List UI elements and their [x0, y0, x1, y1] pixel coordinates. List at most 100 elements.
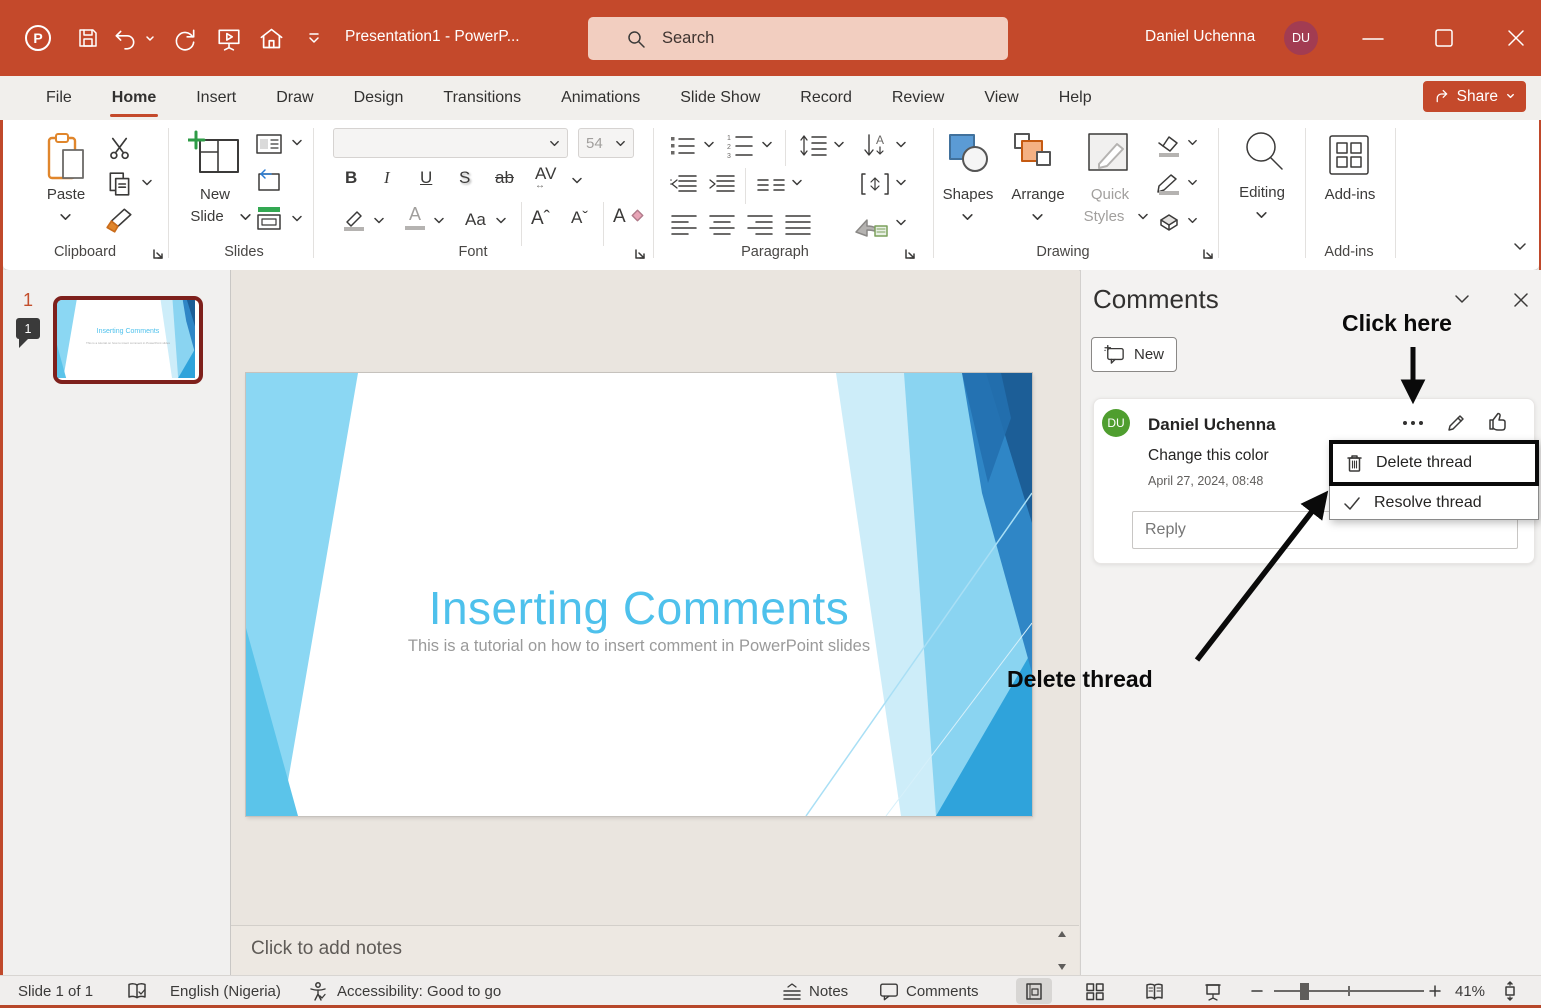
tab-view[interactable]: View [964, 76, 1038, 120]
columns-dropdown-icon[interactable] [791, 178, 803, 187]
bullets-dropdown-icon[interactable] [703, 140, 715, 149]
new-slide-label-1[interactable]: New [183, 186, 247, 203]
shapes-button[interactable] [947, 132, 991, 174]
align-text-button[interactable] [859, 170, 891, 198]
highlight-dropdown-icon[interactable] [373, 216, 385, 225]
quick-styles-label-2[interactable]: Styles [1073, 208, 1135, 225]
accessibility-status[interactable]: Accessibility: Good to go [337, 976, 501, 1006]
text-shadow-button[interactable]: S [459, 168, 470, 188]
section-dropdown-icon[interactable] [291, 214, 303, 223]
shape-outline-icon[interactable] [1155, 172, 1183, 198]
more-thread-actions-icon[interactable] [1396, 411, 1430, 435]
align-text-dropdown-icon[interactable] [895, 178, 907, 187]
zoom-level[interactable]: 41% [1455, 976, 1485, 1006]
strikethrough-button[interactable]: ab [495, 168, 514, 188]
format-painter-icon[interactable] [105, 206, 135, 234]
clipboard-dialog-launcher-icon[interactable] [151, 247, 165, 261]
slide-thumbnail[interactable]: Inserting Comments This is a tutorial on… [53, 296, 203, 384]
undo-button[interactable] [112, 26, 138, 52]
justify-button[interactable] [783, 212, 813, 238]
slide-sorter-view-button[interactable] [1077, 978, 1113, 1004]
copy-icon[interactable] [106, 170, 134, 198]
align-right-button[interactable] [745, 212, 775, 238]
copy-dropdown-icon[interactable] [141, 178, 153, 187]
language-indicator[interactable]: English (Nigeria) [170, 976, 281, 1006]
quick-styles-button[interactable] [1085, 132, 1133, 174]
fit-slide-to-window-button[interactable] [1500, 976, 1520, 1006]
undo-dropdown-icon[interactable] [144, 33, 156, 45]
font-size-combo[interactable]: 54 [578, 128, 634, 158]
increase-font-size-button[interactable]: Aˆ [531, 208, 550, 230]
numbering-button[interactable]: 1 2 3 [725, 132, 755, 159]
zoom-out-button[interactable] [1250, 976, 1264, 1006]
paste-label[interactable]: Paste [35, 186, 97, 203]
underline-button[interactable]: U [420, 168, 432, 188]
paragraph-dialog-launcher-icon[interactable] [903, 247, 917, 261]
shapes-dropdown-icon[interactable] [961, 212, 974, 222]
redo-button[interactable] [172, 26, 198, 52]
bold-button[interactable]: B [345, 168, 357, 188]
notes-scrollbar[interactable] [1053, 929, 1071, 972]
tab-home[interactable]: Home [92, 76, 176, 120]
decrease-font-size-button[interactable]: Aˇ [571, 208, 588, 228]
home-icon[interactable] [258, 25, 285, 52]
tab-help[interactable]: Help [1039, 76, 1112, 120]
editing-dropdown-icon[interactable] [1255, 210, 1268, 220]
scroll-down-icon[interactable] [1056, 962, 1068, 972]
search-input[interactable] [660, 28, 964, 49]
panel-close-icon[interactable] [1511, 290, 1531, 310]
highlight-color-icon[interactable] [339, 208, 367, 234]
shapes-label[interactable]: Shapes [935, 186, 1001, 203]
line-spacing-button[interactable] [799, 132, 829, 159]
shape-effects-dropdown-icon[interactable] [1187, 216, 1198, 225]
close-button[interactable] [1504, 26, 1528, 50]
line-spacing-dropdown-icon[interactable] [833, 140, 845, 149]
smartart-dropdown-icon[interactable] [895, 218, 907, 227]
section-icon[interactable] [255, 204, 285, 232]
notes-pane[interactable]: Click to add notes [231, 925, 1079, 975]
spell-check-icon[interactable] [126, 976, 148, 1006]
italic-button[interactable]: I [384, 168, 390, 188]
slideshow-view-button[interactable] [1195, 978, 1231, 1004]
editing-button[interactable] [1241, 128, 1287, 176]
slide-counter[interactable]: Slide 1 of 1 [18, 976, 93, 1006]
accessibility-icon[interactable] [308, 976, 328, 1006]
quick-access-toolbar-chevron-icon[interactable] [306, 30, 322, 46]
convert-to-smartart-button[interactable] [853, 212, 889, 240]
tab-draw[interactable]: Draw [256, 76, 333, 120]
tab-review[interactable]: Review [872, 76, 964, 120]
drawing-dialog-launcher-icon[interactable] [1201, 247, 1215, 261]
tab-insert[interactable]: Insert [176, 76, 256, 120]
tab-animations[interactable]: Animations [541, 76, 660, 120]
like-comment-icon[interactable] [1486, 409, 1509, 433]
numbering-dropdown-icon[interactable] [761, 140, 773, 149]
maximize-button[interactable] [1432, 26, 1456, 50]
arrange-dropdown-icon[interactable] [1031, 212, 1044, 222]
arrange-button[interactable] [1011, 132, 1059, 174]
new-comment-button[interactable]: New [1091, 337, 1178, 372]
minimize-button[interactable] [1360, 36, 1386, 42]
shape-effects-icon[interactable] [1155, 210, 1183, 234]
arrange-label[interactable]: Arrange [1003, 186, 1073, 203]
new-slide-label-2[interactable]: Slide [175, 208, 239, 225]
tab-slideshow[interactable]: Slide Show [660, 76, 780, 120]
user-name[interactable]: Daniel Uchenna [1145, 28, 1255, 46]
delete-thread-menu-item[interactable]: Delete thread [1329, 440, 1539, 486]
share-button[interactable]: Share [1422, 81, 1526, 112]
editing-label[interactable]: Editing [1229, 184, 1295, 201]
tab-file[interactable]: File [26, 76, 92, 120]
cut-icon[interactable] [106, 134, 133, 161]
new-slide-dropdown-icon[interactable] [239, 212, 252, 222]
font-dialog-launcher-icon[interactable] [633, 247, 647, 261]
collapse-ribbon-icon[interactable] [1511, 240, 1529, 254]
slide-layout-dropdown-icon[interactable] [291, 138, 303, 147]
text-direction-dropdown-icon[interactable] [895, 140, 907, 149]
start-slideshow-icon[interactable] [216, 26, 242, 52]
font-name-combo[interactable] [333, 128, 568, 158]
panel-options-chevron-icon[interactable] [1451, 292, 1473, 308]
slide-subtitle[interactable]: This is a tutorial on how to insert comm… [246, 637, 1032, 656]
slide-title[interactable]: Inserting Comments [246, 581, 1032, 635]
paste-button[interactable] [41, 132, 91, 184]
addins-label[interactable]: Add-ins [1317, 186, 1383, 203]
increase-indent-button[interactable] [707, 172, 737, 196]
